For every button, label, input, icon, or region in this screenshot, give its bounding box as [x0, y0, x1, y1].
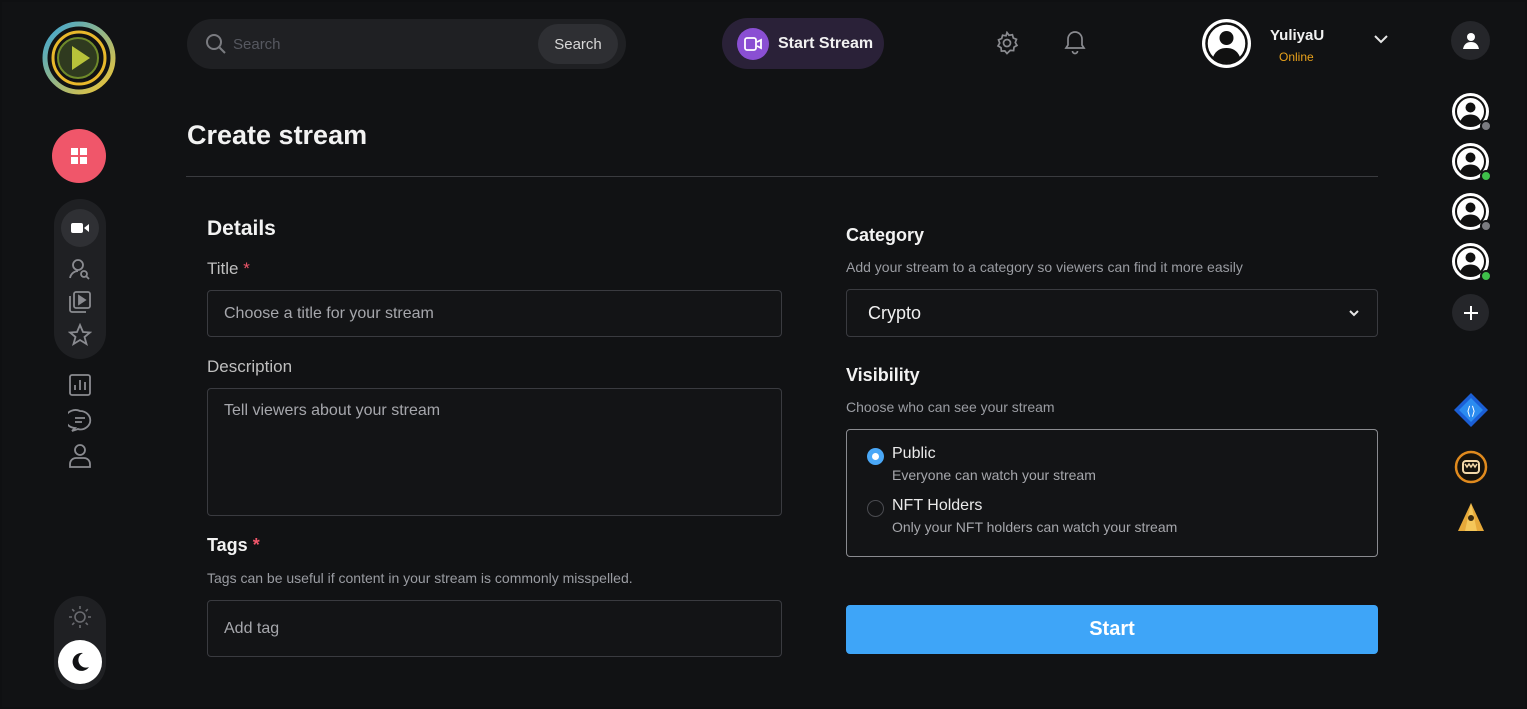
pyramid-token-icon	[1457, 502, 1484, 531]
search-bar: Search	[187, 19, 626, 69]
visibility-heading: Visibility	[846, 365, 920, 385]
token-blue[interactable]: ⟨⟩	[1452, 391, 1489, 428]
notifications-button[interactable]	[1062, 30, 1088, 56]
bell-icon	[1064, 31, 1086, 55]
chat-bubble-icon	[68, 409, 92, 432]
nav-item-favorites[interactable]	[66, 321, 94, 349]
friend-avatar[interactable]	[1452, 93, 1492, 132]
nav-item-following[interactable]	[66, 255, 94, 283]
nav-item-videos[interactable]	[66, 288, 94, 316]
stream-icon	[737, 27, 769, 60]
app-logo[interactable]	[42, 20, 116, 96]
start-stream-button[interactable]: Start Stream	[722, 18, 884, 69]
nav-item-profile[interactable]	[66, 442, 94, 470]
sun-icon	[69, 606, 91, 628]
monster-token-icon	[1454, 450, 1487, 483]
option-title: Public	[892, 445, 936, 462]
user-status: Online	[1279, 50, 1314, 64]
tags-help: Tags can be useful if content in your st…	[207, 570, 633, 586]
user-search-icon	[69, 259, 90, 280]
video-camera-icon	[71, 223, 89, 233]
friend-avatar[interactable]	[1452, 143, 1492, 182]
description-label: Description	[207, 357, 293, 376]
plus-icon	[1463, 305, 1478, 320]
tags-label: Tags *	[207, 535, 260, 556]
status-dot-online	[1480, 170, 1492, 182]
search-input[interactable]	[233, 19, 533, 69]
description-textarea[interactable]	[207, 388, 782, 516]
category-selected: Crypto	[868, 302, 922, 323]
details-heading: Details	[207, 217, 276, 240]
user-avatar[interactable]	[1202, 19, 1251, 68]
radio-unselected[interactable]	[867, 500, 884, 517]
profile-button[interactable]	[1451, 21, 1490, 60]
option-desc: Everyone can watch your stream	[892, 467, 1096, 483]
title-input[interactable]	[207, 290, 782, 337]
nav-item-chat[interactable]	[66, 407, 94, 435]
option-title: NFT Holders	[892, 497, 983, 514]
visibility-option-nft-holders[interactable]: NFT Holders Only your NFT holders can wa…	[867, 482, 1177, 535]
title-label: Title *	[207, 259, 250, 279]
user-icon	[69, 444, 91, 468]
status-dot-offline	[1480, 220, 1492, 232]
friend-avatar[interactable]	[1452, 193, 1492, 232]
nav-item-analytics[interactable]	[66, 371, 94, 399]
chevron-down-icon	[1374, 35, 1388, 44]
token-gold[interactable]	[1452, 498, 1489, 535]
token-orange[interactable]	[1452, 448, 1489, 485]
option-desc: Only your NFT holders can watch your str…	[892, 519, 1178, 535]
visibility-help: Choose who can see your stream	[846, 399, 1055, 415]
svg-text:⟨⟩: ⟨⟩	[1466, 404, 1475, 418]
tags-label-text: Tags	[207, 535, 248, 555]
light-mode-button[interactable]	[66, 603, 94, 631]
star-icon	[68, 323, 92, 346]
home-button[interactable]	[52, 129, 106, 183]
category-help: Add your stream to a category so viewers…	[846, 259, 1243, 275]
status-dot-offline	[1480, 120, 1492, 132]
required-marker: *	[243, 259, 250, 278]
nav-item-stream[interactable]	[61, 209, 99, 247]
dark-mode-button[interactable]	[58, 640, 102, 684]
required-marker: *	[252, 535, 260, 555]
tags-input[interactable]	[207, 600, 782, 657]
status-dot-online	[1480, 270, 1492, 282]
visibility-option-public[interactable]: Public Everyone can watch your stream	[867, 430, 1096, 483]
gear-icon	[996, 31, 1019, 55]
category-select[interactable]: Crypto	[846, 289, 1378, 337]
user-menu-toggle[interactable]	[1371, 29, 1391, 54]
title-label-text: Title	[207, 259, 239, 278]
start-stream-label: Start Stream	[778, 34, 874, 52]
user-icon	[1462, 32, 1479, 49]
page-title: Create stream	[187, 120, 368, 150]
visibility-options: Public Everyone can watch your stream NF…	[846, 429, 1378, 557]
user-avatar-icon	[1205, 22, 1248, 65]
bar-chart-icon	[69, 374, 91, 396]
settings-button[interactable]	[994, 30, 1020, 56]
user-name: YuliyaU	[1270, 27, 1325, 44]
chevron-down-icon	[1349, 310, 1359, 317]
video-library-icon	[69, 291, 91, 313]
start-button[interactable]: Start	[846, 605, 1378, 654]
diamond-token-icon: ⟨⟩	[1453, 392, 1488, 427]
search-icon	[206, 34, 226, 54]
friend-avatar[interactable]	[1452, 243, 1492, 282]
search-button[interactable]: Search	[538, 24, 618, 64]
category-heading: Category	[846, 225, 925, 245]
grid-icon	[71, 148, 87, 164]
moon-icon	[72, 652, 89, 671]
radio-selected[interactable]	[867, 448, 884, 465]
add-friend-button[interactable]	[1452, 294, 1489, 331]
title-divider	[186, 176, 1378, 177]
